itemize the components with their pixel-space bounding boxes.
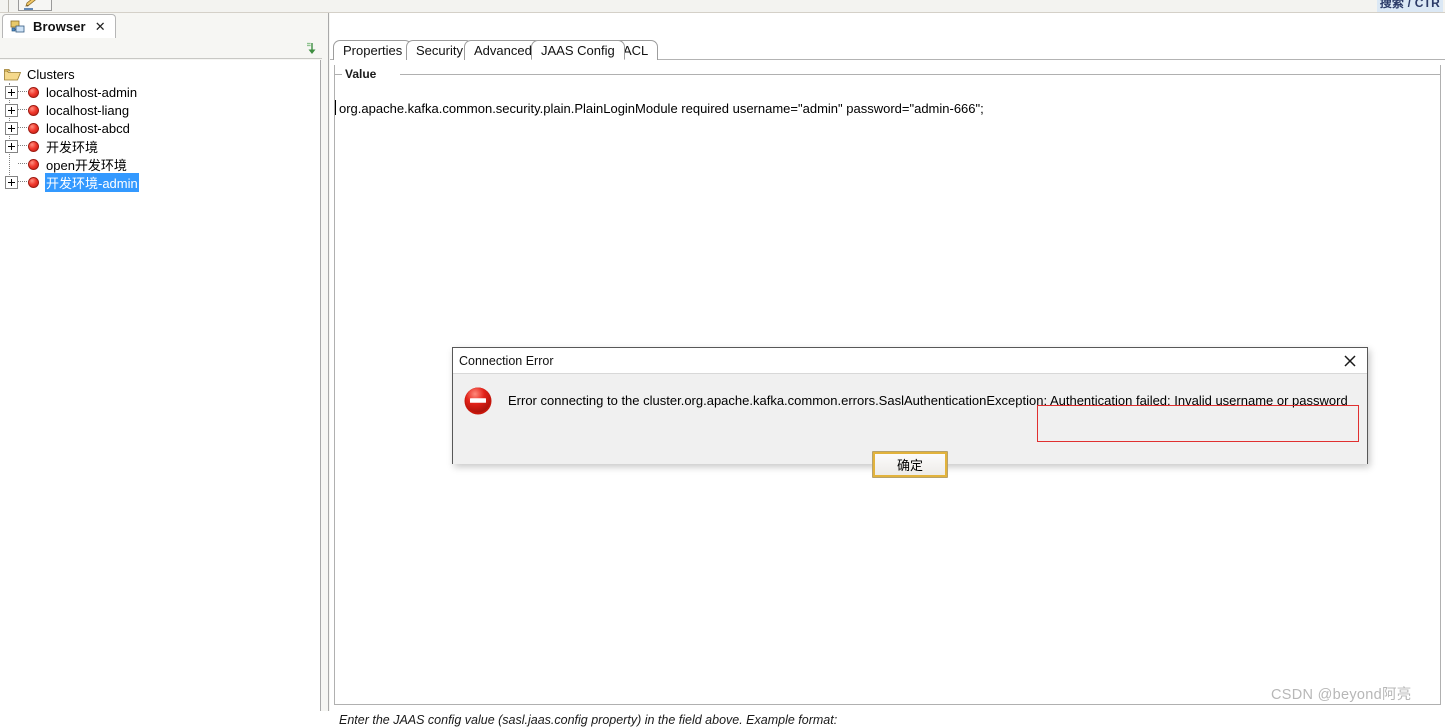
browser-view-toolbar xyxy=(0,39,322,59)
top-toolbar: 搜索 / CTR xyxy=(0,0,1445,13)
browser-icon xyxy=(10,20,25,32)
tab-jaas-config[interactable]: JAAS Config xyxy=(531,40,625,60)
jaas-config-value[interactable]: org.apache.kafka.common.security.plain.P… xyxy=(339,101,984,116)
tree-node-localhost-liang[interactable]: localhost-liang xyxy=(0,101,320,119)
folder-icon xyxy=(4,68,21,80)
tree-connector-dot xyxy=(18,91,27,93)
value-group-border-left xyxy=(334,74,342,75)
tab-browser[interactable]: Browser ✕ xyxy=(2,14,116,38)
watermark: CSDN @beyond阿亮 xyxy=(1271,687,1412,703)
tree-root-label: Clusters xyxy=(27,66,75,82)
expander-icon[interactable] xyxy=(5,139,18,153)
tab-security-label: Security xyxy=(416,43,463,58)
cluster-status-bullet-icon xyxy=(28,104,39,116)
ok-button-label: 确定 xyxy=(896,458,923,473)
dialog-title: Connection Error xyxy=(459,353,554,368)
tree-connector-dot xyxy=(18,163,27,165)
view-tabbar: Browser ✕ xyxy=(0,13,322,39)
tree-node-label: localhost-admin xyxy=(46,84,138,100)
expander-placeholder-icon xyxy=(5,158,18,171)
dialog-error-message: Error connecting to the cluster.org.apac… xyxy=(508,393,1348,408)
connection-error-dialog: Connection Error Error connecting to the… xyxy=(452,347,1368,478)
collapse-all-icon[interactable] xyxy=(302,41,318,57)
tab-acl-label: ACL xyxy=(623,43,649,58)
tree-node-localhost-abcd[interactable]: localhost-abcd xyxy=(0,119,320,137)
expander-icon[interactable] xyxy=(5,121,18,135)
jaas-config-hint: Enter the JAAS config value (sasl.jaas.c… xyxy=(339,713,838,727)
editor-tabbar: Properties Security Advanced JAAS Config… xyxy=(330,39,1445,60)
value-group-border-right xyxy=(400,74,1441,75)
toolbar-separator xyxy=(8,0,9,12)
cluster-status-bullet-icon xyxy=(28,158,39,170)
tree-node-label-selected: 开发环境-admin xyxy=(45,172,139,192)
pane-sash[interactable] xyxy=(322,13,330,711)
tree-node-open-dev-env[interactable]: open开发环境 xyxy=(0,155,320,173)
tree-connector-dot xyxy=(18,181,27,183)
tab-browser-label: Browser xyxy=(33,19,86,34)
tree-node-label: open开发环境 xyxy=(46,157,127,173)
cluster-status-bullet-icon xyxy=(28,140,39,152)
dialog-body: Error connecting to the cluster.org.apac… xyxy=(453,374,1367,478)
tab-security[interactable]: Security xyxy=(406,40,473,60)
close-icon[interactable] xyxy=(1341,352,1359,370)
tree-node-label: localhost-abcd xyxy=(46,120,130,136)
tree-node-label: localhost-liang xyxy=(46,102,130,118)
tab-properties-label: Properties xyxy=(343,43,403,58)
tab-jaas-config-label: JAAS Config xyxy=(541,42,615,58)
tree-root-clusters[interactable]: Clusters xyxy=(0,65,320,83)
expander-icon[interactable] xyxy=(5,175,18,189)
tree-node-dev-env[interactable]: 开发环境 xyxy=(0,137,320,155)
edit-toolbar-button[interactable] xyxy=(18,0,52,11)
cluster-status-bullet-icon xyxy=(28,176,39,188)
text-caret xyxy=(335,100,336,115)
pencil-icon xyxy=(24,0,36,10)
tree-connector-dot xyxy=(18,127,27,129)
expander-icon[interactable] xyxy=(5,103,18,117)
top-right-clipped-label: 搜索 / CTR xyxy=(1376,0,1443,12)
browser-view: Browser ✕ Clusters localhost-admin local… xyxy=(0,13,322,711)
tree-node-dev-env-admin[interactable]: 开发环境-admin xyxy=(0,172,320,192)
tree-connector-dot xyxy=(18,109,27,111)
cluster-status-bullet-icon xyxy=(28,122,39,134)
cluster-status-bullet-icon xyxy=(28,86,39,98)
clusters-tree[interactable]: Clusters localhost-admin localhost-liang xyxy=(0,60,321,711)
value-group-title: Value xyxy=(343,67,379,81)
tab-browser-close-icon[interactable]: ✕ xyxy=(95,20,106,33)
tab-properties[interactable]: Properties xyxy=(333,40,413,60)
dialog-title-bar: Connection Error xyxy=(453,348,1367,374)
ok-button[interactable]: 确定 xyxy=(872,451,948,478)
error-stop-icon xyxy=(464,387,492,415)
tree-connector-dot xyxy=(18,145,27,147)
error-highlight-box xyxy=(1037,405,1359,442)
tree-node-label: 开发环境 xyxy=(46,139,99,155)
tree-node-localhost-admin[interactable]: localhost-admin xyxy=(0,83,320,101)
tab-advanced-label: Advanced xyxy=(474,43,532,58)
expander-icon[interactable] xyxy=(5,85,18,99)
